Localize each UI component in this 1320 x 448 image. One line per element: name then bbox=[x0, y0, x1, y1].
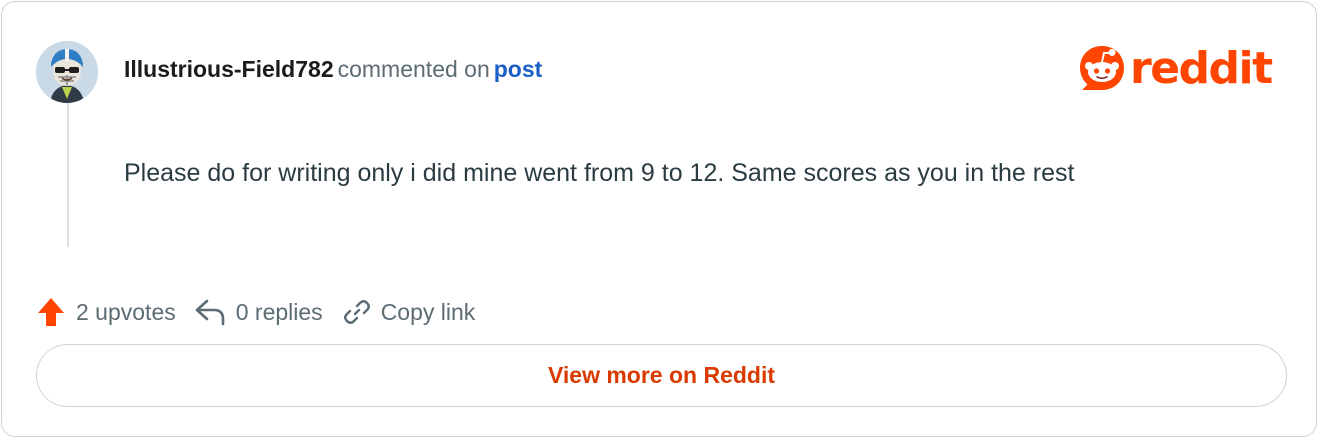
upvote-arrow-icon bbox=[38, 298, 64, 326]
link-chain-icon bbox=[343, 300, 370, 324]
replies-button[interactable]: 0 replies bbox=[194, 297, 323, 327]
avatar-icon bbox=[36, 41, 98, 103]
reddit-logo[interactable]: reddit bbox=[1078, 42, 1290, 96]
comment-actions: 2 upvotes 0 replies Copy link bbox=[36, 294, 475, 330]
username[interactable]: Illustrious-Field782 bbox=[124, 56, 334, 82]
upvotes-count: 2 upvotes bbox=[76, 298, 176, 325]
comment-body: Please do for writing only i did mine we… bbox=[124, 159, 1075, 187]
upvote-button[interactable]: 2 upvotes bbox=[36, 296, 176, 328]
post-link[interactable]: post bbox=[494, 56, 543, 82]
comment-header: Illustrious-Field782 commented on post bbox=[124, 54, 542, 84]
reddit-wordmark: reddit bbox=[1130, 43, 1273, 94]
replies-count: 0 replies bbox=[235, 298, 323, 325]
user-avatar[interactable] bbox=[36, 41, 98, 103]
thread-line bbox=[67, 103, 69, 247]
reply-arrow-icon bbox=[195, 299, 225, 326]
copy-link-button[interactable]: Copy link bbox=[343, 298, 476, 326]
commented-on-text: commented on bbox=[337, 56, 490, 82]
copy-link-label: Copy link bbox=[380, 298, 476, 325]
view-more-button[interactable]: View more on Reddit bbox=[36, 344, 1287, 407]
reddit-comment-embed-card: Illustrious-Field782 commented on post red… bbox=[1, 1, 1317, 437]
reddit-snoo-icon bbox=[1080, 46, 1124, 90]
